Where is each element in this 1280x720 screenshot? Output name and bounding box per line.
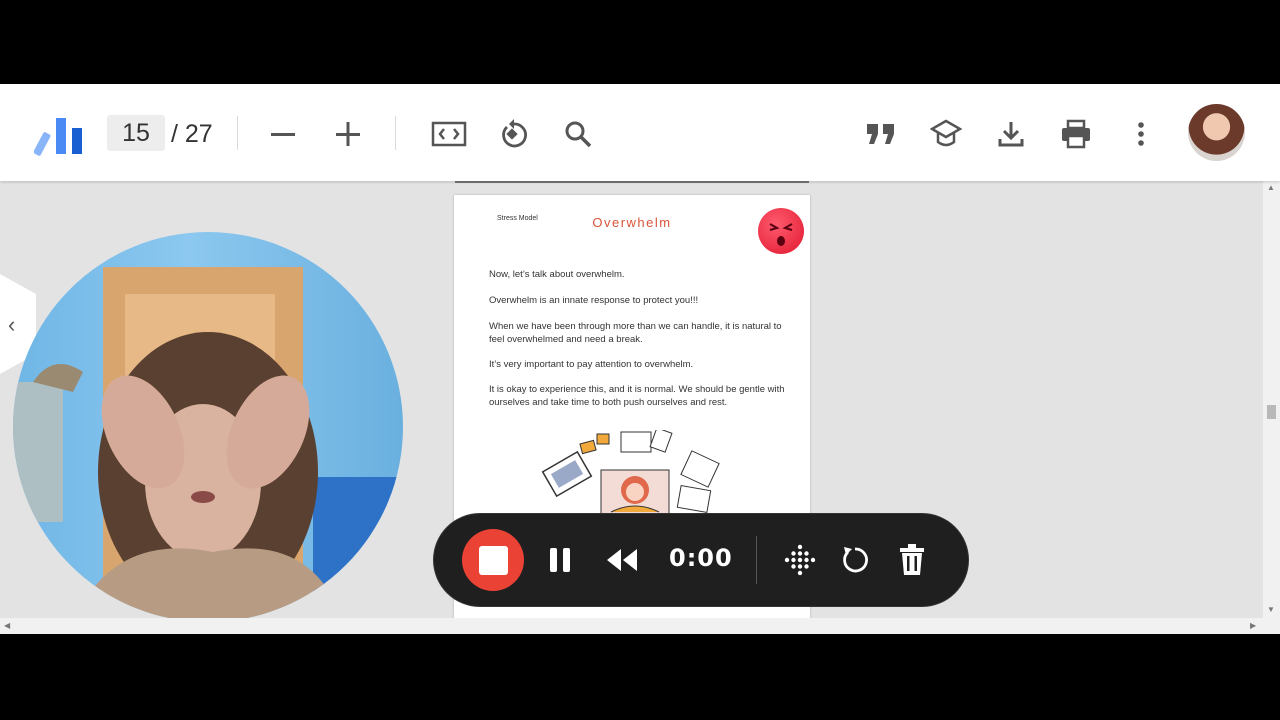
pause-icon bbox=[550, 548, 570, 572]
effects-button[interactable] bbox=[780, 540, 820, 580]
pause-button[interactable] bbox=[540, 540, 580, 580]
restart-button[interactable] bbox=[835, 540, 875, 580]
scroll-right-icon[interactable]: ▶ bbox=[1250, 621, 1256, 630]
download-icon[interactable] bbox=[987, 110, 1035, 158]
chevron-left-icon: ‹ bbox=[8, 312, 16, 337]
paragraph: Overwhelm is an innate response to prote… bbox=[489, 295, 699, 306]
webcam-bubble[interactable] bbox=[13, 232, 403, 622]
fit-width-icon[interactable] bbox=[425, 110, 473, 158]
divider bbox=[395, 116, 396, 150]
overwhelm-illustration bbox=[539, 427, 729, 521]
rotate-icon[interactable] bbox=[490, 110, 538, 158]
paragraph: It’s very important to pay attention to … bbox=[489, 359, 694, 370]
paragraph: Now, let’s talk about overwhelm. bbox=[489, 269, 625, 280]
divider bbox=[756, 536, 757, 584]
search-icon[interactable] bbox=[554, 110, 602, 158]
avatar[interactable] bbox=[1188, 104, 1245, 161]
vertical-scrollbar[interactable]: ▲ ▼ bbox=[1263, 181, 1280, 618]
recording-timer: 0:00 bbox=[669, 544, 733, 572]
scrollbar-thumb[interactable] bbox=[1267, 405, 1276, 419]
stop-recording-button[interactable] bbox=[462, 529, 524, 591]
toolbar: 15 / 27 bbox=[0, 84, 1280, 181]
print-icon[interactable] bbox=[1052, 110, 1100, 158]
stop-icon bbox=[478, 545, 508, 575]
delete-button[interactable] bbox=[892, 540, 932, 580]
paragraph: When we have been through more than we c… bbox=[489, 321, 782, 345]
scroll-left-icon[interactable]: ◀ bbox=[4, 621, 10, 630]
doc-title: Overwhelm bbox=[592, 215, 672, 230]
logo-icon[interactable] bbox=[34, 110, 88, 158]
zoom-out-icon[interactable] bbox=[259, 110, 307, 158]
page-number-input[interactable]: 15 bbox=[107, 115, 165, 151]
dots-grid-icon bbox=[784, 544, 816, 576]
divider bbox=[237, 116, 238, 150]
quote-icon[interactable] bbox=[857, 110, 905, 158]
scroll-down-icon[interactable]: ▼ bbox=[1267, 605, 1275, 614]
cap-icon[interactable] bbox=[922, 110, 970, 158]
rewind-icon bbox=[607, 549, 637, 571]
paragraph: It is okay to experience this, and it is… bbox=[489, 384, 785, 408]
restart-icon bbox=[843, 547, 868, 573]
scroll-up-icon[interactable]: ▲ bbox=[1267, 183, 1275, 192]
rewind-button[interactable] bbox=[602, 540, 642, 580]
angry-face-icon bbox=[758, 208, 804, 254]
previous-page-edge bbox=[455, 181, 809, 183]
recorder-bar: 0:00 bbox=[434, 514, 968, 606]
page-total: / 27 bbox=[171, 120, 213, 148]
zoom-in-icon[interactable] bbox=[324, 110, 372, 158]
horizontal-scrollbar[interactable]: ◀ ▶ bbox=[0, 618, 1280, 634]
more-vert-icon[interactable] bbox=[1117, 110, 1165, 158]
trash-icon bbox=[900, 544, 924, 575]
